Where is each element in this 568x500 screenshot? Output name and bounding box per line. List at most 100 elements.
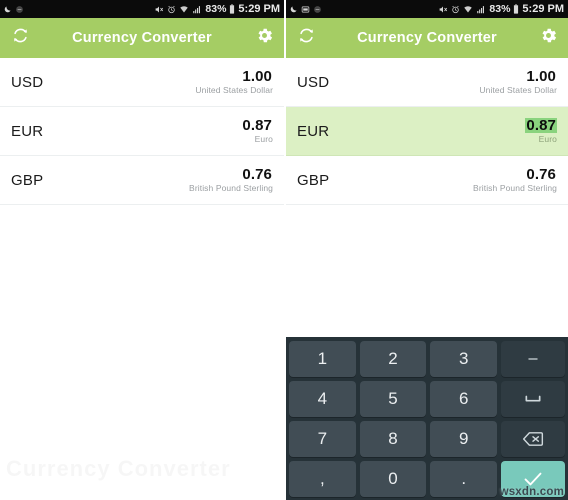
currency-value-group: 1.00 United States Dollar xyxy=(195,68,273,96)
key-label: 1 xyxy=(317,349,328,368)
key-label: . xyxy=(461,469,467,488)
backspace-icon xyxy=(522,431,544,447)
alarm-icon xyxy=(167,5,176,14)
currency-full-name: Euro xyxy=(254,134,273,145)
key-4[interactable]: 4 xyxy=(289,381,356,417)
currency-row-gbp[interactable]: GBP 0.76 British Pound Sterling xyxy=(0,156,284,205)
currency-code: USD xyxy=(11,73,44,91)
key-label: 8 xyxy=(388,429,398,448)
key-confirm[interactable] xyxy=(501,461,566,497)
app-bar-left: Currency Converter xyxy=(0,18,284,58)
status-bar-left: 83% 5:29 PM xyxy=(0,0,284,18)
key-6[interactable]: 6 xyxy=(430,381,498,417)
currency-full-name: British Pound Sterling xyxy=(473,183,557,194)
currency-row-eur[interactable]: EUR 0.87 Euro xyxy=(0,107,284,156)
settings-button[interactable] xyxy=(528,18,568,58)
keyboard-row-4: , 0 . xyxy=(289,461,566,497)
currency-amount[interactable]: 1.00 xyxy=(525,68,557,85)
currency-row-usd[interactable]: USD 1.00 United States Dollar xyxy=(0,58,284,107)
page-title: Currency Converter xyxy=(357,30,497,46)
gear-icon xyxy=(255,26,274,50)
moon-icon xyxy=(3,5,12,14)
mute-icon xyxy=(154,5,164,14)
key-space[interactable] xyxy=(501,381,566,417)
key-backspace[interactable] xyxy=(501,421,566,457)
key-label: 0 xyxy=(388,469,398,488)
app-bar-right: Currency Converter xyxy=(286,18,568,58)
clock-label: 5:29 PM xyxy=(522,3,564,15)
currency-amount[interactable]: 1.00 xyxy=(241,68,273,85)
key-period[interactable]: . xyxy=(430,461,498,497)
key-0[interactable]: 0 xyxy=(359,461,427,497)
currency-row-usd[interactable]: USD 1.00 United States Dollar xyxy=(286,58,568,107)
currency-amount-input[interactable]: 0.87 xyxy=(525,117,557,134)
status-bar-left-icons xyxy=(289,5,322,14)
refresh-icon xyxy=(297,26,316,50)
key-9[interactable]: 9 xyxy=(430,421,498,457)
refresh-button[interactable] xyxy=(286,18,326,58)
refresh-button[interactable] xyxy=(0,18,40,58)
currency-row-eur-selected[interactable]: EUR 0.87 Euro xyxy=(286,107,568,156)
currency-code: USD xyxy=(297,73,330,91)
battery-percent-label: 83% xyxy=(205,2,227,15)
status-bar-right-icons: 83% 5:29 PM xyxy=(438,3,564,15)
currency-amount[interactable]: 0.76 xyxy=(241,166,273,183)
currency-code: EUR xyxy=(11,122,44,140)
key-2[interactable]: 2 xyxy=(359,341,427,377)
currency-amount[interactable]: 0.76 xyxy=(525,166,557,183)
battery-icon xyxy=(229,4,235,14)
clock-label: 5:29 PM xyxy=(238,3,280,15)
currency-list-left: USD 1.00 United States Dollar EUR 0.87 E… xyxy=(0,58,284,205)
keyboard-row-2: 4 5 6 xyxy=(289,381,566,417)
signal-icon xyxy=(192,5,202,14)
currency-full-name: Euro xyxy=(538,134,557,145)
currency-code: GBP xyxy=(297,171,330,189)
currency-value-group: 0.76 British Pound Sterling xyxy=(189,166,273,194)
wifi-icon xyxy=(179,5,189,14)
currency-row-gbp[interactable]: GBP 0.76 British Pound Sterling xyxy=(286,156,568,205)
currency-code: EUR xyxy=(297,122,330,140)
numeric-keyboard: 1 2 3 4 5 6 7 8 9 , 0 . wsxdn.com xyxy=(286,337,568,500)
key-label: 2 xyxy=(388,349,398,368)
key-label: , xyxy=(319,469,325,488)
key-8[interactable]: 8 xyxy=(359,421,427,457)
key-3[interactable]: 3 xyxy=(430,341,498,377)
status-bar-left-icons xyxy=(3,5,24,14)
key-7[interactable]: 7 xyxy=(289,421,356,457)
page-title: Currency Converter xyxy=(72,30,212,46)
right-phone-screen: 83% 5:29 PM Currency Converter USD 1.00 … xyxy=(286,0,568,500)
status-bar-right: 83% 5:29 PM xyxy=(286,0,568,18)
key-comma[interactable]: , xyxy=(289,461,356,497)
currency-code: GBP xyxy=(11,171,44,189)
mute-icon xyxy=(438,5,448,14)
space-bar-icon xyxy=(523,392,543,406)
key-label: 4 xyxy=(317,389,328,408)
do-not-disturb-icon xyxy=(15,5,24,14)
gear-icon xyxy=(539,26,558,50)
key-minus[interactable] xyxy=(501,341,566,377)
settings-button[interactable] xyxy=(244,18,284,58)
currency-value-group: 0.87 Euro xyxy=(525,117,557,145)
currency-value-group: 0.87 Euro xyxy=(241,117,273,145)
moon-icon xyxy=(289,5,298,14)
key-label: 7 xyxy=(317,429,328,448)
currency-full-name: British Pound Sterling xyxy=(189,183,273,194)
keyboard-row-1: 1 2 3 xyxy=(289,341,566,377)
key-5[interactable]: 5 xyxy=(359,381,427,417)
alarm-icon xyxy=(451,5,460,14)
minus-icon xyxy=(525,351,541,367)
key-label: 5 xyxy=(388,389,398,408)
battery-percent-label: 83% xyxy=(489,2,511,15)
currency-amount[interactable]: 0.87 xyxy=(241,117,273,134)
checkmark-icon xyxy=(523,471,543,487)
key-label: 6 xyxy=(458,389,469,408)
key-label: 3 xyxy=(458,349,469,368)
currency-list-right: USD 1.00 United States Dollar EUR 0.87 E… xyxy=(286,58,568,205)
currency-full-name: United States Dollar xyxy=(195,85,273,96)
battery-icon xyxy=(513,4,519,14)
do-not-disturb-icon xyxy=(313,5,322,14)
keyboard-icon xyxy=(301,5,310,14)
key-1[interactable]: 1 xyxy=(289,341,356,377)
keyboard-row-3: 7 8 9 xyxy=(289,421,566,457)
left-phone-screen: 83% 5:29 PM Currency Converter USD 1.00 … xyxy=(0,0,284,500)
